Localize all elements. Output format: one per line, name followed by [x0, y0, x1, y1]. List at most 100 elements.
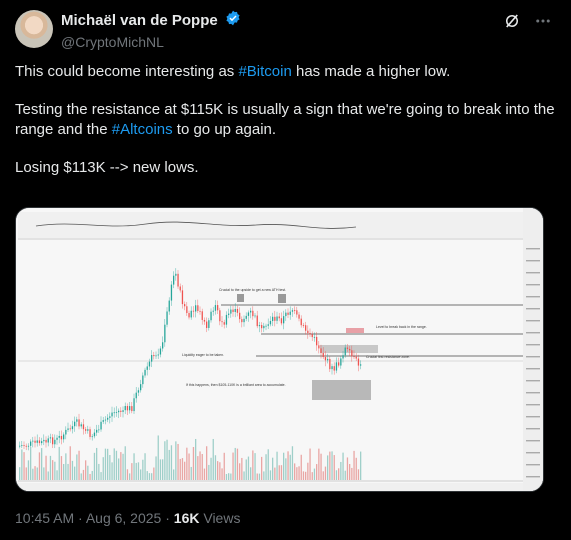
candle: [122, 410, 124, 412]
volume-bar: [168, 449, 170, 480]
axis-tick: [526, 356, 540, 358]
volume-bar: [38, 452, 41, 480]
volume-bar: [236, 448, 239, 480]
candle: [74, 421, 76, 427]
candle: [135, 392, 137, 399]
candle: [137, 390, 140, 393]
volume-bar: [135, 462, 137, 480]
candle: [93, 432, 96, 437]
volume-bar: [349, 464, 351, 480]
candle: [175, 273, 177, 276]
volume-bar: [351, 467, 353, 480]
volume-bar: [256, 473, 258, 480]
axis-tick: [526, 452, 540, 454]
volume-bar: [195, 438, 197, 480]
candle: [199, 310, 201, 312]
volume-bar: [181, 458, 184, 480]
author-block[interactable]: Michaël van de Poppe @CryptoMichNL: [61, 10, 241, 50]
candle: [166, 311, 168, 325]
volume-bar: [353, 450, 355, 480]
volume-bar: [78, 450, 80, 480]
text-span: This could become interesting as: [15, 63, 239, 80]
volume-bar: [30, 446, 32, 480]
volume-bar: [63, 463, 65, 480]
candle: [107, 417, 109, 420]
candle: [188, 313, 190, 318]
volume-bar: [76, 454, 78, 480]
candle: [298, 314, 300, 319]
chart-image-svg: Crucial to the upside to get a new ATH t…: [16, 208, 543, 491]
candle: [320, 348, 322, 354]
candle: [201, 311, 203, 320]
volume-bar: [291, 446, 294, 480]
volume-bar: [52, 460, 54, 480]
candle: [76, 419, 78, 422]
volume-bar: [331, 451, 333, 480]
tweet-paragraph-3: Losing $113K --> new lows.: [15, 159, 199, 176]
verified-badge-icon: [225, 10, 241, 31]
candle: [256, 315, 258, 327]
author-handle[interactable]: @CryptoMichNL: [61, 34, 241, 50]
volume-bar: [203, 468, 206, 480]
axis-tick: [526, 464, 540, 466]
volume-bar: [100, 472, 102, 480]
candle: [67, 428, 69, 430]
candle: [309, 333, 311, 335]
volume-bar: [85, 460, 87, 480]
candle: [36, 440, 38, 443]
chart-image[interactable]: Crucial to the upside to get a new ATH t…: [15, 207, 544, 492]
volume-bar: [344, 470, 346, 480]
volume-bar: [25, 467, 27, 480]
hashtag-bitcoin[interactable]: #Bitcoin: [238, 63, 291, 80]
axis-tick: [526, 296, 540, 298]
candle: [96, 429, 98, 433]
volume-bar: [360, 451, 362, 480]
candle: [63, 434, 65, 440]
hashtag-altcoins[interactable]: #Altcoins: [112, 121, 173, 138]
candle: [327, 358, 329, 361]
candle: [173, 275, 175, 285]
candle: [23, 445, 25, 446]
volume-bar: [142, 459, 144, 480]
candle: [287, 312, 289, 315]
volume-bar: [232, 452, 234, 480]
candle: [331, 366, 333, 370]
views-label: Views: [199, 510, 241, 526]
candle: [225, 314, 228, 325]
candle: [329, 358, 331, 370]
axis-tick: [526, 476, 540, 478]
candle: [276, 316, 278, 321]
candle: [38, 440, 41, 444]
axis-tick: [526, 368, 540, 370]
tweet-header: Michaël van de Poppe @CryptoMichNL: [15, 10, 556, 50]
more-icon[interactable]: [534, 12, 552, 30]
candle: [254, 315, 256, 317]
candle: [210, 311, 212, 321]
volume-bar: [74, 466, 76, 480]
author-display-name[interactable]: Michaël van de Poppe: [61, 12, 218, 29]
volume-bar: [124, 446, 126, 480]
axis-tick: [526, 344, 540, 346]
candle: [71, 426, 74, 430]
volume-bar: [151, 473, 153, 480]
volume-bar: [45, 455, 47, 480]
chart-note-resistance: Crucial first resistance zone.: [366, 355, 410, 359]
volume-bar: [333, 455, 335, 480]
grok-icon[interactable]: [503, 12, 521, 30]
tweet-timestamp[interactable]: 10:45 AM · Aug 6, 2025 ·: [15, 510, 174, 526]
volume-bar: [223, 452, 225, 480]
volume-bar: [54, 461, 56, 480]
volume-bar: [267, 449, 269, 480]
volume-bar: [250, 467, 252, 480]
candle: [342, 355, 344, 359]
volume-bar: [190, 466, 192, 480]
volume-bar: [133, 453, 135, 480]
chart-note-range: Level to break back in the range.: [376, 325, 427, 329]
candle: [102, 420, 104, 422]
candle: [111, 412, 113, 417]
candle: [258, 325, 261, 327]
volume-bar: [335, 470, 338, 480]
volume-bar: [254, 453, 256, 480]
avatar[interactable]: [15, 10, 53, 48]
views-count: 16K: [173, 510, 200, 526]
